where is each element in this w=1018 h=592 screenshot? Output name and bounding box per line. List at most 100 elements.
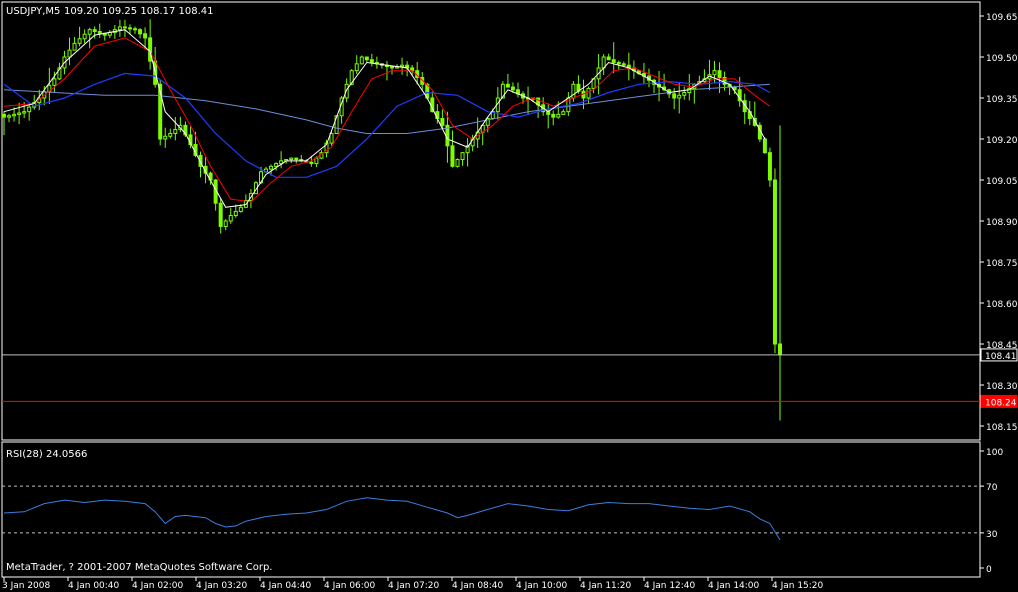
candle-body	[455, 159, 460, 167]
candle-body	[97, 30, 102, 34]
time-axis: 3 Jan 2008 4 Jan 00:40 4 Jan 02:00 4 Jan 03…	[2, 577, 824, 591]
moving-averages	[3, 29, 771, 208]
candle-body	[77, 38, 82, 44]
candle-body	[551, 113, 556, 118]
price-tick-label: 108.30	[986, 382, 1018, 392]
time-tick-label: 4 Jan 00:40	[68, 581, 120, 591]
candle-body	[677, 94, 682, 99]
price-tick-label: 109.20	[986, 136, 1018, 146]
rsi-tick-label: 30	[986, 530, 998, 540]
candle-body	[772, 179, 777, 345]
copyright-text: MetaTrader, ? 2001-2007 MetaQuotes Softw…	[6, 562, 272, 573]
time-tick-label: 3 Jan 2008	[2, 581, 50, 591]
price-tick-label: 108.90	[986, 218, 1018, 228]
rsi-tick-label: 0	[986, 565, 992, 575]
candle-body	[143, 33, 148, 39]
candle-body	[289, 157, 294, 160]
candle-body	[223, 220, 228, 227]
time-tick-label: 4 Jan 11:20	[580, 581, 632, 591]
price-y-axis: 109.65 109.50 109.35 109.20 109.05 108.90 108.…	[980, 13, 1018, 433]
rsi-label: RSI(28) 24.0566	[6, 449, 87, 460]
candle-body	[314, 157, 319, 165]
candle-body	[22, 111, 27, 114]
candle-body	[27, 106, 32, 113]
candle-body	[672, 93, 677, 99]
candle-body	[717, 70, 722, 78]
candle-body	[571, 83, 576, 99]
rsi-y-axis: 100 70 30 0	[2, 448, 1003, 575]
candle-body	[228, 215, 233, 222]
candle-body	[682, 92, 687, 96]
candle-body	[359, 56, 364, 65]
candle-body	[133, 28, 138, 31]
candle-body	[294, 157, 299, 160]
candle-body	[369, 59, 374, 63]
candle-body	[505, 83, 510, 88]
price-tick-label: 109.05	[986, 177, 1018, 187]
candle-body	[67, 49, 72, 58]
price-tick-label: 108.60	[986, 300, 1018, 310]
candle-body	[460, 152, 465, 161]
candle-body	[556, 113, 561, 118]
ohlc-readout: 109.20 109.25 108.17 108.41	[64, 6, 214, 17]
time-tick-label: 4 Jan 10:00	[516, 581, 568, 591]
candle-body	[2, 113, 6, 118]
candle-body	[778, 343, 782, 356]
candle-body	[173, 128, 178, 135]
price-tick-label: 108.15	[986, 423, 1018, 433]
candle-body	[163, 135, 168, 140]
candle-body	[712, 70, 717, 76]
candle-body	[611, 59, 616, 63]
candle-body	[762, 138, 767, 154]
candle-body	[586, 87, 591, 99]
candle-body	[17, 112, 22, 115]
candle-body	[354, 63, 359, 72]
candle-body	[92, 29, 97, 32]
time-tick-label: 4 Jan 03:20	[196, 581, 248, 591]
price-tick-label: 108.75	[986, 259, 1018, 269]
price-panel-frame	[1, 1, 981, 441]
price-tick-label: 109.50	[986, 54, 1018, 64]
candle-body	[168, 133, 173, 137]
rsi-series	[3, 497, 781, 541]
rsi-panel-frame	[1, 441, 981, 578]
chart-canvas: USDJPY,M5 109.20 109.25 108.17 108.41 RS…	[1, 1, 1018, 591]
candle-body	[274, 163, 279, 167]
candle-body	[233, 210, 238, 217]
candle-body	[606, 56, 611, 61]
price-lines: 108.41 108.24	[2, 348, 1018, 408]
candle-body	[400, 64, 405, 68]
candle-body	[616, 61, 621, 65]
candle-body	[7, 115, 12, 118]
candle-body	[52, 78, 57, 86]
candle-body	[87, 29, 92, 35]
price-tick-label: 109.35	[986, 95, 1018, 105]
candle-body	[390, 66, 394, 69]
symbol-label: USDJPY,M5	[6, 6, 60, 17]
candle-body	[12, 113, 17, 117]
candle-body	[440, 118, 445, 126]
ma-fast-line	[3, 29, 766, 208]
bid-price-label: 108.41	[985, 352, 1017, 362]
candle-body	[269, 165, 274, 170]
candle-body	[138, 29, 143, 35]
candle-body	[72, 42, 77, 51]
candle-body	[122, 26, 127, 29]
candle-body	[510, 86, 515, 91]
candles	[2, 19, 782, 421]
candle-body	[117, 26, 122, 31]
time-tick-label: 4 Jan 12:40	[644, 581, 696, 591]
time-tick-label: 4 Jan 07:20	[388, 581, 440, 591]
time-tick-label: 4 Jan 15:20	[772, 581, 824, 591]
time-tick-label: 4 Jan 14:00	[708, 581, 760, 591]
candle-body	[309, 161, 314, 165]
candle-body	[450, 145, 455, 167]
time-tick-label: 4 Jan 02:00	[132, 581, 184, 591]
ma-long-line	[3, 83, 770, 134]
rsi-tick-label: 100	[986, 448, 1003, 458]
candle-body	[238, 206, 243, 212]
ask-price-label: 108.24	[985, 398, 1017, 408]
price-tick-label: 109.65	[986, 13, 1018, 23]
time-tick-label: 4 Jan 08:40	[452, 581, 504, 591]
time-tick-label: 4 Jan 04:40	[260, 581, 312, 591]
